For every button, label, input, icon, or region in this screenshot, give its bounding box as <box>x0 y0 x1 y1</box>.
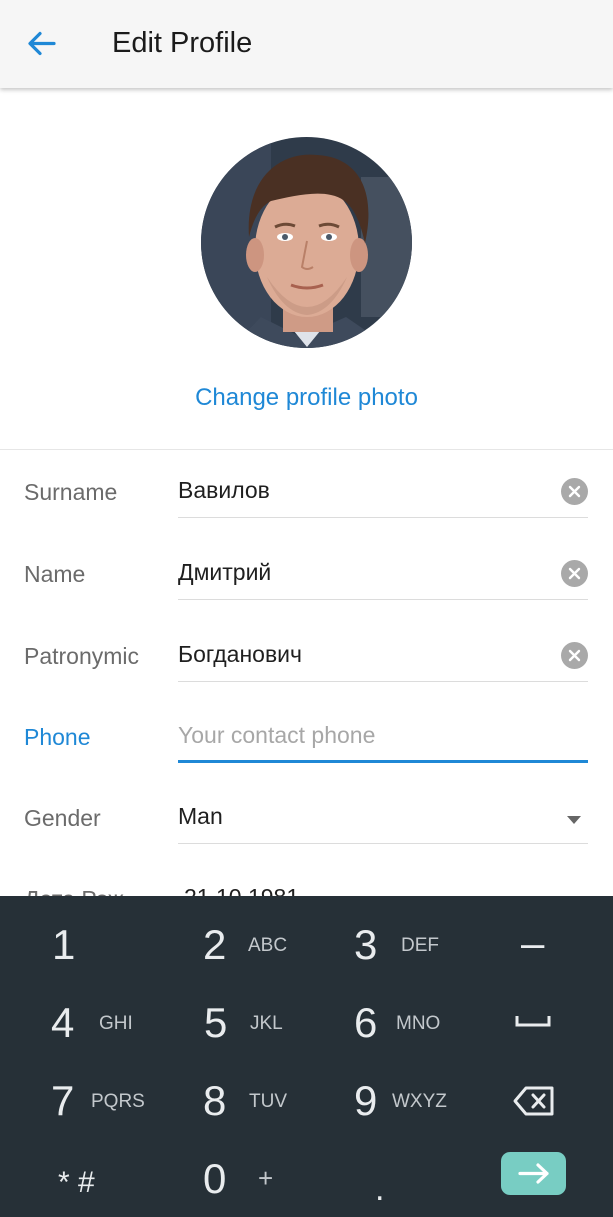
patronymic-value: Богданович <box>178 641 302 667</box>
page-title: Edit Profile <box>112 27 253 59</box>
patronymic-label: Patronymic <box>24 643 140 669</box>
period-key[interactable]: . <box>324 1140 464 1217</box>
key-plus: + <box>258 1163 274 1193</box>
key-letters: ABC <box>248 935 288 956</box>
key-0[interactable]: 0 + <box>172 1140 312 1217</box>
arrow-right-icon <box>518 1163 549 1184</box>
clear-surname-button[interactable] <box>561 478 588 505</box>
key-1[interactable]: 1 <box>20 906 160 984</box>
key-2[interactable]: 2 ABC <box>172 906 312 984</box>
key-digit: 9 <box>354 1077 378 1124</box>
clear-patronymic-button[interactable] <box>561 642 588 669</box>
gender-dropdown-button[interactable] <box>567 812 581 824</box>
key-symbols: * # <box>58 1166 95 1199</box>
key-digit: 1 <box>52 921 76 968</box>
key-digit: 5 <box>204 999 228 1046</box>
top-app-bar: Edit Profile <box>0 0 613 88</box>
arrow-left-icon <box>28 31 56 56</box>
patronymic-underline <box>178 681 588 682</box>
key-9[interactable]: 9 WXYZ <box>324 1062 464 1140</box>
next-button[interactable] <box>501 1152 566 1195</box>
key-period: . <box>375 1170 385 1208</box>
gender-row: Gender Man <box>0 776 613 858</box>
dropdown-arrow-icon <box>567 816 581 824</box>
key-letters: WXYZ <box>392 1091 447 1112</box>
minus-label: – <box>521 919 545 966</box>
name-row: Name Дмитрий <box>0 532 613 614</box>
gender-select[interactable] <box>178 791 588 841</box>
key-letters: PQRS <box>91 1091 145 1112</box>
surname-row: Surname Вавилов <box>0 450 613 532</box>
key-8[interactable]: 8 TUV <box>172 1062 312 1140</box>
profile-photo[interactable] <box>201 137 412 348</box>
surname-value: Вавилов <box>178 477 270 503</box>
numeric-keyboard: 1 2 ABC 3 DEF – 4 GHI 5 JKL 6 MNO 7 PQRS… <box>0 896 613 1217</box>
gender-value: Man <box>178 803 223 829</box>
phone-placeholder: Your contact phone <box>178 722 376 748</box>
key-letters: GHI <box>99 1013 133 1034</box>
key-4[interactable]: 4 GHI <box>20 984 160 1062</box>
key-digit: 3 <box>354 921 378 968</box>
name-underline <box>178 599 588 600</box>
change-profile-photo-link[interactable]: Change profile photo <box>0 381 613 415</box>
key-digit: 7 <box>51 1077 75 1124</box>
backspace-key[interactable] <box>476 1062 594 1140</box>
key-digit: 6 <box>354 999 378 1046</box>
symbols-key[interactable]: * # <box>20 1140 160 1217</box>
key-digit: 0 <box>203 1155 227 1202</box>
gender-underline <box>178 843 588 844</box>
key-7[interactable]: 7 PQRS <box>20 1062 160 1140</box>
clear-name-button[interactable] <box>561 560 588 587</box>
minus-key[interactable]: – <box>476 906 594 984</box>
key-digit: 4 <box>51 999 75 1046</box>
surname-underline <box>178 517 588 518</box>
key-6[interactable]: 6 MNO <box>324 984 464 1062</box>
key-letters: MNO <box>396 1013 441 1034</box>
clear-icon <box>561 560 588 587</box>
backspace-icon <box>513 1086 554 1116</box>
clear-icon <box>561 642 588 669</box>
phone-label: Phone <box>24 724 91 750</box>
key-5[interactable]: 5 JKL <box>172 984 312 1062</box>
name-value: Дмитрий <box>178 559 272 585</box>
space-key[interactable] <box>476 984 594 1062</box>
key-digit: 2 <box>203 921 227 968</box>
key-3[interactable]: 3 DEF <box>324 906 464 984</box>
key-letters: TUV <box>249 1091 287 1112</box>
phone-row: Phone Your contact phone <box>0 695 613 777</box>
gender-label: Gender <box>24 805 101 831</box>
name-label: Name <box>24 561 86 587</box>
patronymic-row: Patronymic Богданович <box>0 614 613 696</box>
surname-label: Surname <box>24 479 118 505</box>
clear-icon <box>561 478 588 505</box>
back-button[interactable] <box>20 22 64 66</box>
key-digit: 8 <box>203 1077 227 1124</box>
space-icon <box>515 1016 551 1027</box>
key-letters: DEF <box>401 935 439 956</box>
key-letters: JKL <box>250 1013 283 1034</box>
phone-underline <box>178 760 588 763</box>
